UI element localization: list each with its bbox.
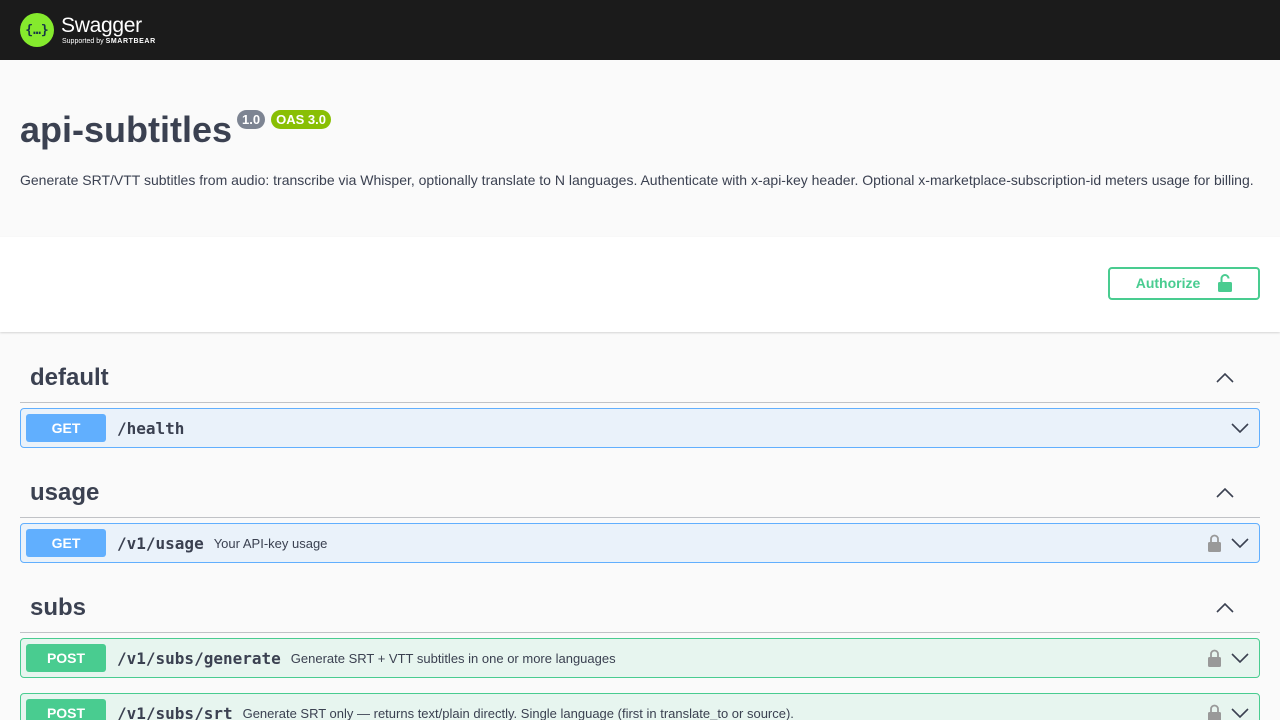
scheme-container: Authorize [0, 237, 1280, 332]
chevron-up-icon[interactable] [1216, 602, 1234, 613]
tag-title: default [30, 364, 109, 391]
chevron-down-icon[interactable] [1231, 423, 1249, 433]
opblock-post-subs-srt[interactable]: POST /v1/subs/srt Generate SRT only — re… [20, 693, 1260, 720]
chevron-up-icon[interactable] [1216, 373, 1234, 383]
operations-container: default GET /health usage GET /v1/usage … [0, 354, 1280, 720]
swagger-logo-link[interactable]: {…} Swagger Supported by SMARTBEAR [20, 13, 156, 47]
chevron-down-icon[interactable] [1231, 653, 1249, 663]
api-description: Generate SRT/VTT subtitles from audio: t… [20, 172, 1254, 188]
topbar: {…} Swagger Supported by SMARTBEAR [0, 0, 1280, 60]
tag-title: subs [30, 593, 87, 621]
lock-icon[interactable] [1208, 534, 1221, 552]
method-badge: POST [26, 644, 106, 672]
endpoint-path: /v1/usage [117, 533, 204, 553]
opblock-get-health[interactable]: GET /health [20, 408, 1260, 448]
unlocked-icon [1218, 274, 1233, 292]
oas-badge: OAS 3.0 [271, 110, 331, 129]
version-badge: 1.0 [237, 110, 266, 129]
endpoint-path: /v1/subs/generate [117, 648, 281, 668]
endpoint-path: /health [117, 418, 185, 438]
chevron-up-icon[interactable] [1216, 487, 1234, 498]
endpoint-summary: Generate SRT + VTT subtitles in one or m… [290, 650, 616, 666]
brand-name: Swagger [61, 13, 142, 37]
endpoint-summary: Generate SRT only — returns text/plain d… [242, 705, 794, 720]
tag-header-usage[interactable]: usage [20, 468, 1260, 518]
tag-header-default[interactable]: default [20, 354, 1260, 403]
tag-section-usage: usage GET /v1/usage Your API-key usage [20, 468, 1260, 563]
authorize-button[interactable]: Authorize [1108, 266, 1260, 300]
lock-icon[interactable] [1208, 704, 1221, 720]
tag-section-subs: subs POST /v1/subs/generate Generate SRT… [20, 583, 1260, 720]
method-badge: GET [26, 414, 106, 442]
tag-header-subs[interactable]: subs [20, 583, 1260, 633]
chevron-down-icon[interactable] [1231, 708, 1249, 718]
api-title: api-subtitles [20, 109, 233, 150]
brand-tag-company: SMARTBEAR [105, 37, 156, 45]
endpoint-path: /v1/subs/srt [117, 703, 233, 720]
lock-icon[interactable] [1208, 649, 1221, 667]
chevron-down-icon[interactable] [1231, 538, 1249, 548]
method-badge: POST [26, 699, 106, 720]
brand-text: Swagger Supported by SMARTBEAR [61, 13, 156, 46]
tag-title: usage [30, 478, 100, 506]
opblock-post-subs-generate[interactable]: POST /v1/subs/generate Generate SRT + VT… [20, 638, 1260, 678]
brand-tag-prefix: Supported by [62, 37, 104, 45]
opblock-get-usage[interactable]: GET /v1/usage Your API-key usage [20, 523, 1260, 563]
api-info: api-subtitles 1.0 OAS 3.0 Generate SRT/V… [0, 60, 1280, 237]
tag-section-default: default GET /health [20, 354, 1260, 448]
endpoint-summary: Your API-key usage [213, 535, 328, 551]
title-row: api-subtitles 1.0 OAS 3.0 [20, 110, 1260, 150]
brand-tagline: Supported by SMARTBEAR [62, 37, 156, 46]
method-badge: GET [26, 529, 106, 557]
authorize-label: Authorize [1135, 275, 1201, 291]
swagger-logo-icon: {…} [20, 13, 54, 47]
